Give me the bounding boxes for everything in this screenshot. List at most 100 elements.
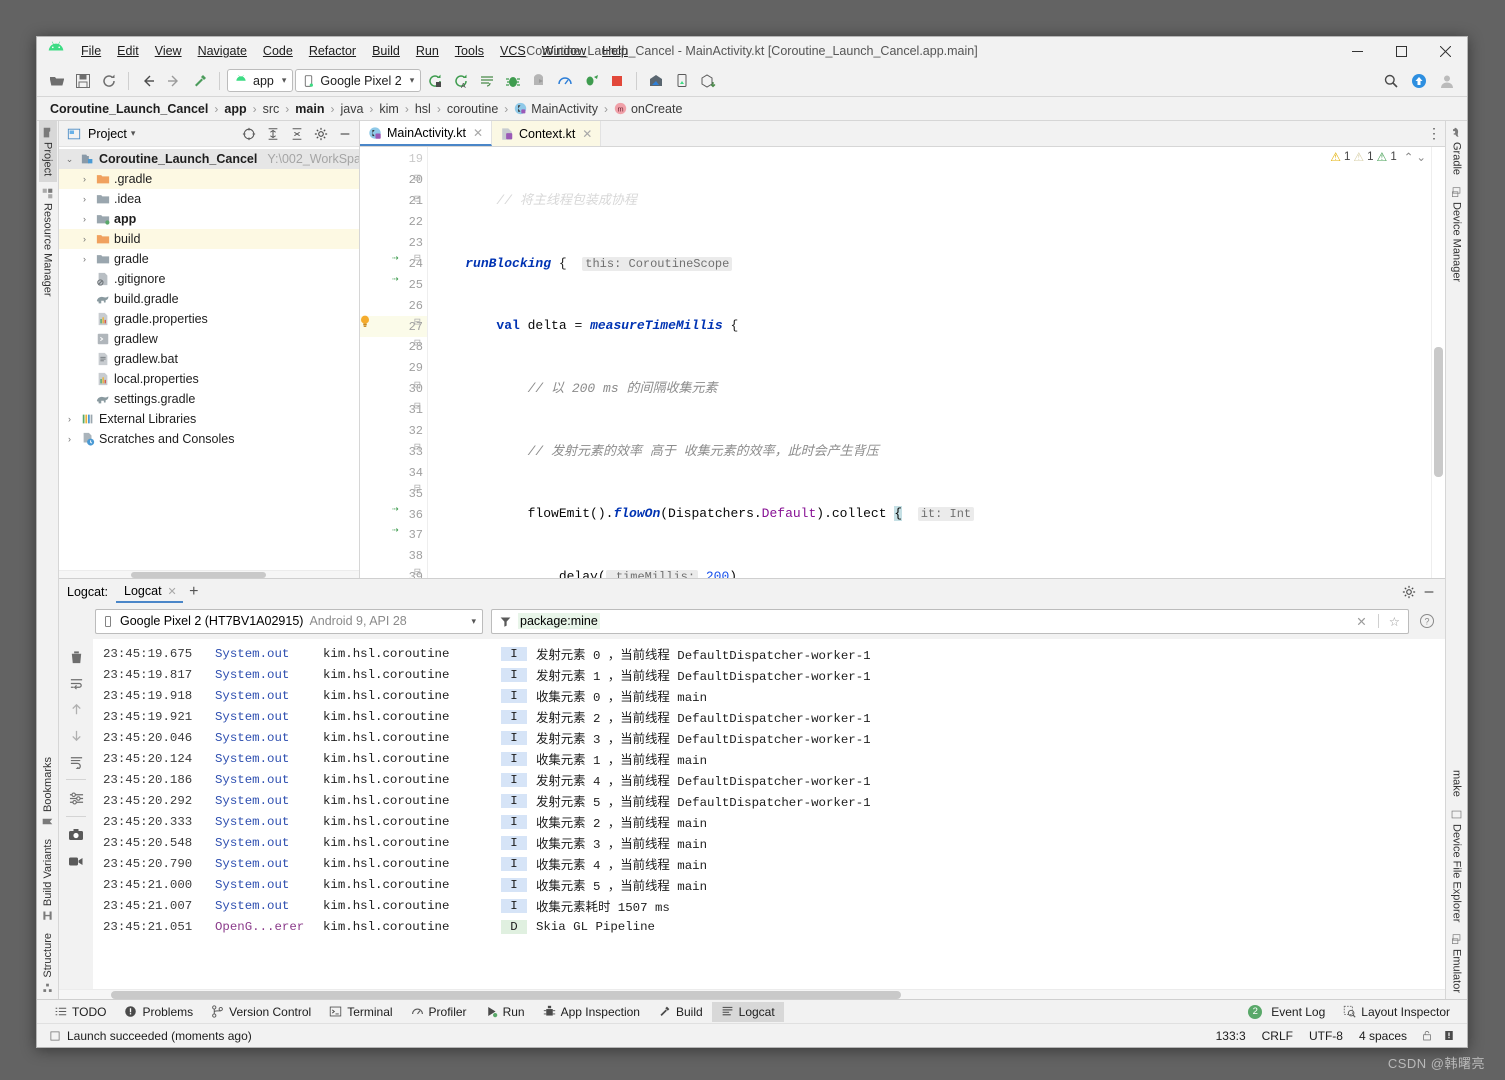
close-button[interactable]	[1423, 38, 1467, 65]
editor-markup-gutter[interactable]	[1431, 147, 1445, 578]
tree-row-build-gradle[interactable]: build.gradle	[59, 289, 359, 309]
lock-icon[interactable]	[1415, 1029, 1439, 1042]
gear-icon[interactable]	[311, 124, 331, 144]
sidebar-item-bookmarks[interactable]: Bookmarks	[39, 751, 57, 833]
arrow-up-icon[interactable]	[65, 697, 87, 721]
save-all-icon[interactable]	[71, 69, 95, 93]
arrow-down-icon[interactable]	[65, 723, 87, 747]
tool-button-logcat[interactable]: Logcat	[711, 1001, 784, 1022]
menu-item-run[interactable]: Run	[408, 40, 447, 62]
sidebar-item-structure[interactable]: Structure	[39, 927, 57, 999]
caret-position[interactable]: 133:3	[1208, 1029, 1254, 1043]
update-available-icon[interactable]	[1407, 69, 1431, 93]
sidebar-item-resource-manager[interactable]: Resource Manager	[39, 182, 57, 303]
attach-debugger-icon[interactable]	[527, 69, 551, 93]
sidebar-item-device-manager[interactable]: Device Manager	[1448, 181, 1466, 288]
gear-icon[interactable]	[1399, 582, 1419, 602]
breadcrumb-item-src[interactable]: src	[260, 101, 283, 117]
code-editor[interactable]: 19 20 21 22 23 24 25 26 27 28 29 30 31 3…	[360, 147, 1445, 578]
breadcrumb-item-project[interactable]: Coroutine_Launch_Cancel	[47, 101, 211, 117]
breadcrumb-item-kim[interactable]: kim	[376, 101, 401, 117]
tool-button-terminal[interactable]: Terminal	[320, 1002, 401, 1022]
logcat-query-box[interactable]: package:mine ✕ ☆	[491, 608, 1409, 634]
breadcrumb-item-app[interactable]: app	[221, 101, 249, 117]
tool-button-app-inspection[interactable]: App Inspection	[534, 1002, 649, 1022]
tree-row-gradle[interactable]: › gradle	[59, 249, 359, 269]
run-configuration-combo[interactable]: app ▾	[227, 69, 294, 92]
hide-panel-icon[interactable]	[1419, 582, 1439, 602]
file-encoding[interactable]: UTF-8	[1301, 1029, 1351, 1043]
fold-marker-icon[interactable]: ⊟	[414, 565, 421, 578]
stop-icon[interactable]	[605, 69, 629, 93]
editor-tab-mainactivity[interactable]: MainActivity.kt ✕	[360, 121, 493, 146]
hide-panel-icon[interactable]	[335, 124, 355, 144]
trash-icon[interactable]	[65, 645, 87, 669]
build-hammer-icon[interactable]	[188, 69, 212, 93]
chevron-right-icon[interactable]: ›	[63, 414, 76, 424]
run-with-coverage-icon[interactable]	[579, 69, 603, 93]
chevron-right-icon[interactable]: ›	[78, 174, 91, 184]
menu-item-vcs[interactable]: VCS	[492, 40, 534, 62]
menu-item-navigate[interactable]: Navigate	[190, 40, 255, 62]
indent-setting[interactable]: 4 spaces	[1351, 1029, 1415, 1043]
breadcrumb-item-main[interactable]: main	[292, 101, 327, 117]
sidebar-item-project[interactable]: Project	[38, 121, 57, 183]
sidebar-item-device-file-explorer[interactable]: Device File Explorer	[1448, 803, 1466, 928]
chevron-right-icon[interactable]: ›	[78, 254, 91, 264]
tool-button-run[interactable]: Run	[476, 1002, 534, 1022]
screenshot-icon[interactable]	[65, 823, 87, 847]
sidebar-item-gradle[interactable]: Gradle	[1448, 121, 1466, 181]
menu-item-tools[interactable]: Tools	[447, 40, 492, 62]
sidebar-item-make[interactable]: make	[1448, 764, 1466, 803]
expand-all-icon[interactable]	[263, 124, 283, 144]
code-text[interactable]: // 将主线程包装成协程 runBlocking { this: Corouti…	[428, 147, 1445, 578]
chevron-right-icon[interactable]: ›	[78, 234, 91, 244]
tree-row-dot-gradle[interactable]: › .gradle	[59, 169, 359, 189]
fold-marker-icon[interactable]: ⊟	[414, 481, 421, 495]
breadcrumb-item-oncreate[interactable]: m onCreate	[611, 101, 685, 117]
logcat-hscrollbar[interactable]	[59, 989, 1445, 999]
tree-row-gradlew[interactable]: gradlew	[59, 329, 359, 349]
clear-query-icon[interactable]: ✕	[1351, 614, 1371, 629]
logcat-hscroll-thumb[interactable]	[111, 991, 901, 999]
inspection-widget[interactable]: ⚠ 1 ⚠ 1 ⚠ 1 ⌃ ⌄	[1327, 149, 1429, 165]
menu-item-edit[interactable]: Edit	[109, 40, 147, 62]
breadcrumb-item-mainactivity[interactable]: MainActivity	[511, 101, 601, 117]
logcat-tab[interactable]: Logcat ✕	[116, 581, 183, 603]
search-everywhere-icon[interactable]	[1379, 69, 1403, 93]
favorite-query-icon[interactable]: ☆	[1385, 614, 1404, 629]
menu-item-window[interactable]: Window	[534, 40, 594, 62]
project-structure-icon[interactable]	[696, 69, 720, 93]
fold-marker-icon[interactable]: ⊟	[414, 192, 421, 206]
project-hscroll-thumb[interactable]	[131, 572, 266, 578]
fold-marker-icon[interactable]: ⊟	[414, 399, 421, 413]
navigate-forward-icon[interactable]	[162, 69, 186, 93]
menu-item-view[interactable]: View	[147, 40, 190, 62]
navigate-back-icon[interactable]	[136, 69, 160, 93]
breadcrumb-item-coroutine[interactable]: coroutine	[444, 101, 501, 117]
tool-button-problems[interactable]: Problems	[115, 1002, 202, 1022]
close-icon[interactable]: ✕	[582, 127, 592, 141]
notifications-icon[interactable]	[1439, 1029, 1459, 1042]
fold-marker-icon[interactable]: ⊟	[414, 336, 421, 350]
fold-marker-icon[interactable]: ⊟	[414, 378, 421, 392]
collapse-all-icon[interactable]	[287, 124, 307, 144]
suspend-call-gutter-icon[interactable]: ⇢	[392, 502, 399, 516]
menu-item-refactor[interactable]: Refactor	[301, 40, 364, 62]
chevron-right-icon[interactable]: ›	[78, 214, 91, 224]
tree-row-gitignore[interactable]: .gitignore	[59, 269, 359, 289]
breadcrumb-item-hsl[interactable]: hsl	[412, 101, 434, 117]
tool-button-layout-inspector[interactable]: Layout Inspector	[1334, 1002, 1459, 1022]
menu-item-help[interactable]: Help	[594, 40, 636, 62]
close-icon[interactable]: ✕	[473, 126, 483, 140]
scroll-to-end-icon[interactable]	[65, 749, 87, 773]
prev-problem-icon[interactable]: ⌃	[1400, 150, 1414, 164]
tool-button-build[interactable]: Build	[649, 1002, 712, 1022]
chevron-down-icon[interactable]: ⌄	[63, 154, 76, 165]
tree-row-root[interactable]: ⌄ Coroutine_Launch_Cancel Y:\002_WorkSpa…	[59, 149, 359, 169]
editor-tab-context[interactable]: Context.kt ✕	[492, 121, 602, 146]
fold-marker-icon[interactable]: ⊟	[414, 440, 421, 454]
tool-button-version-control[interactable]: Version Control	[202, 1002, 320, 1022]
suspend-call-gutter-icon[interactable]: ⇢	[392, 251, 399, 265]
maximize-button[interactable]	[1379, 38, 1423, 65]
